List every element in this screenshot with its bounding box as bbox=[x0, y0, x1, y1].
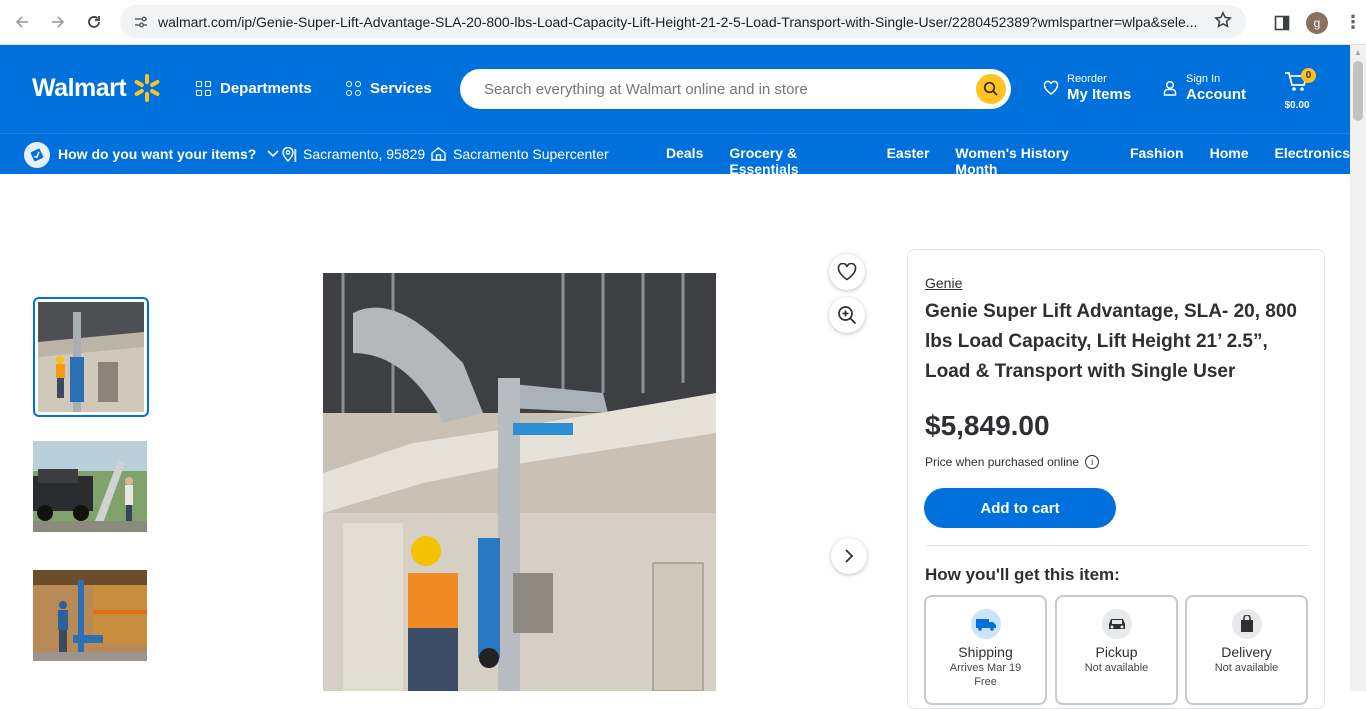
cart-button[interactable]: 0 $0.00 bbox=[1284, 68, 1316, 111]
services-grid-icon bbox=[346, 81, 361, 96]
bookmark-star-icon[interactable] bbox=[1214, 11, 1232, 34]
search-input[interactable] bbox=[484, 80, 964, 98]
thumbnail-image bbox=[33, 441, 147, 532]
search-icon bbox=[983, 81, 998, 96]
pickup-car-icon bbox=[1101, 609, 1132, 639]
scrollbar-thumb[interactable] bbox=[1353, 61, 1363, 121]
thumbnail-image bbox=[38, 302, 144, 412]
thumbnail-3[interactable] bbox=[33, 570, 149, 661]
option-shipping[interactable]: Shipping Arrives Mar 19 Free bbox=[924, 595, 1047, 705]
page-scrollbar[interactable]: ▲ bbox=[1350, 45, 1366, 691]
thumbnail-1[interactable] bbox=[33, 297, 149, 417]
nav-link-grocery[interactable]: Grocery & Essentials bbox=[729, 145, 860, 177]
main-product-image[interactable] bbox=[323, 273, 716, 691]
nav-link-easter[interactable]: Easter bbox=[887, 145, 930, 177]
spark-icon bbox=[134, 74, 160, 102]
category-links: Deals Grocery & Essentials Easter Women'… bbox=[666, 145, 1350, 177]
site-header: Walmart Departments Services Reorder bbox=[0, 45, 1350, 133]
thumbnail-image bbox=[33, 570, 147, 661]
profile-avatar[interactable]: g bbox=[1306, 11, 1328, 34]
browser-toolbar: walmart.com/ip/Genie-Super-Lift-Advantag… bbox=[0, 0, 1366, 45]
chevron-right-icon bbox=[845, 549, 854, 563]
favorite-button[interactable] bbox=[829, 254, 865, 290]
nav-link-deals[interactable]: Deals bbox=[666, 145, 703, 177]
sub-navigation: How do you want your items? | Sacramento… bbox=[0, 133, 1350, 177]
fulfillment-heading: How you'll get this item: bbox=[925, 565, 1120, 584]
heart-icon bbox=[837, 263, 857, 281]
search-bar bbox=[460, 69, 1011, 109]
price-note: Price when purchased online i bbox=[925, 455, 1100, 469]
nav-link-electronics[interactable]: Electronics bbox=[1275, 145, 1350, 177]
next-image-button[interactable] bbox=[831, 538, 867, 574]
cart-count-badge: 0 bbox=[1301, 68, 1316, 83]
search-button[interactable] bbox=[976, 74, 1006, 104]
product-price: $5,849.00 bbox=[925, 410, 1050, 441]
forward-icon[interactable] bbox=[40, 4, 76, 40]
info-icon[interactable]: i bbox=[1085, 455, 1100, 469]
sign-in-account[interactable]: Sign In Account bbox=[1163, 73, 1246, 103]
site-info-icon[interactable] bbox=[124, 14, 158, 30]
browser-menu-icon[interactable]: ⋮ bbox=[1340, 12, 1366, 33]
walmart-logo[interactable]: Walmart bbox=[32, 73, 162, 103]
store-selector[interactable]: Sacramento Supercenter bbox=[431, 146, 609, 162]
fulfillment-icon bbox=[24, 142, 50, 168]
side-panel-icon[interactable] bbox=[1264, 15, 1300, 31]
thumbnail-2[interactable] bbox=[33, 441, 149, 532]
address-bar[interactable]: walmart.com/ip/Genie-Super-Lift-Advantag… bbox=[120, 5, 1246, 38]
product-title: Genie Super Lift Advantage, SLA- 20, 800… bbox=[925, 301, 1298, 382]
brand-link[interactable]: Genie bbox=[925, 275, 962, 291]
nav-link-womens-history[interactable]: Women's History Month bbox=[955, 145, 1104, 177]
services-button[interactable]: Services bbox=[346, 80, 432, 97]
delivery-bag-icon bbox=[1231, 609, 1262, 639]
scroll-up-icon[interactable]: ▲ bbox=[1350, 45, 1366, 61]
divider bbox=[925, 545, 1309, 546]
add-to-cart-button[interactable]: Add to cart bbox=[924, 488, 1116, 528]
reorder-my-items[interactable]: Reorder My Items bbox=[1043, 73, 1131, 103]
departments-grid-icon bbox=[196, 81, 211, 96]
zoom-button[interactable] bbox=[829, 297, 865, 333]
option-delivery[interactable]: Delivery Not available bbox=[1185, 595, 1308, 705]
store-icon bbox=[431, 147, 446, 161]
option-pickup[interactable]: Pickup Not available bbox=[1055, 595, 1178, 705]
chevron-down-icon bbox=[267, 150, 279, 158]
back-icon[interactable] bbox=[4, 4, 40, 40]
cart-total: $0.00 bbox=[1284, 100, 1310, 111]
buy-box: Genie Genie Super Lift Advantage, SLA- 2… bbox=[907, 249, 1325, 709]
location-pin-icon bbox=[282, 146, 294, 162]
user-icon bbox=[1163, 80, 1177, 96]
heart-icon bbox=[1043, 80, 1059, 95]
url-text[interactable]: walmart.com/ip/Genie-Super-Lift-Advantag… bbox=[158, 14, 1198, 30]
location-selector[interactable]: Sacramento, 95829 bbox=[282, 146, 425, 162]
zoom-in-icon bbox=[838, 306, 857, 325]
nav-link-home[interactable]: Home bbox=[1210, 145, 1249, 177]
fulfillment-selector[interactable]: How do you want your items? | bbox=[58, 146, 297, 162]
shipping-truck-icon bbox=[970, 609, 1001, 639]
nav-link-fashion[interactable]: Fashion bbox=[1130, 145, 1184, 177]
departments-button[interactable]: Departments bbox=[196, 80, 312, 97]
reload-icon[interactable] bbox=[76, 4, 112, 40]
